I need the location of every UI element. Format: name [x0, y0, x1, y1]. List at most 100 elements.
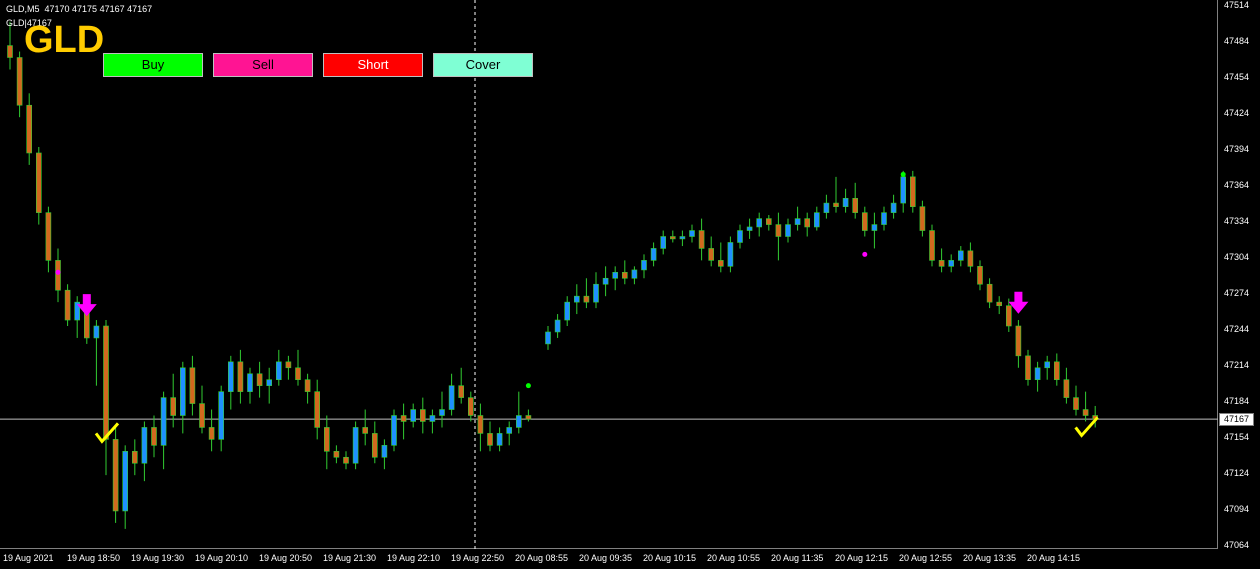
candle-body	[266, 379, 273, 386]
candle-body	[7, 45, 13, 58]
time-axis-label: 19 Aug 21:30	[323, 553, 377, 563]
sell-button[interactable]: Sell	[213, 53, 313, 77]
time-axis-label: 19 Aug 20:50	[259, 553, 313, 563]
candle-body	[1034, 367, 1041, 381]
short-button[interactable]: Short	[323, 53, 423, 77]
candle-body	[717, 260, 724, 267]
time-axis-label: 19 Aug 22:50	[451, 553, 505, 563]
candle-body	[45, 212, 52, 261]
candle-body	[929, 230, 935, 261]
candle-body	[852, 198, 859, 213]
time-axis-label: 19 Aug 2021	[3, 553, 54, 563]
candle-body	[957, 250, 964, 261]
candle-body	[564, 301, 571, 321]
price-axis-label: 47454	[1224, 72, 1250, 82]
time-axis-label: 19 Aug 19:30	[131, 553, 185, 563]
current-price-label: 47167	[1219, 413, 1254, 427]
price-axis-label: 47484	[1224, 36, 1250, 46]
price-axis-label: 47244	[1224, 324, 1250, 334]
price-axis-label: 47274	[1224, 288, 1250, 298]
candle-body	[919, 206, 926, 231]
candle-body	[103, 325, 109, 440]
candle-body	[813, 212, 820, 228]
symbol-label: GLD	[24, 19, 105, 61]
candle-body	[314, 391, 321, 428]
candle-body	[237, 361, 244, 392]
cover-button[interactable]: Cover	[433, 53, 533, 77]
candle-body	[295, 367, 301, 381]
candle-body	[448, 385, 455, 410]
candlestick-chart[interactable]	[0, 0, 1218, 549]
candle-body	[602, 277, 609, 285]
signal-dot	[900, 171, 906, 177]
price-axis-label: 47124	[1224, 468, 1250, 478]
candle-body	[881, 212, 887, 225]
candle-body	[515, 415, 522, 428]
candle-body	[141, 427, 148, 464]
candle-body	[977, 266, 983, 285]
candle-body	[1025, 355, 1031, 381]
candle-body	[679, 236, 686, 240]
signal-dot	[55, 269, 61, 275]
candle-body	[727, 242, 734, 267]
candle-body	[900, 176, 907, 204]
candle-body	[1005, 305, 1012, 327]
candle-body	[794, 218, 801, 225]
candle-body	[218, 391, 224, 440]
candle-body	[545, 331, 551, 345]
candle-body	[208, 427, 215, 440]
candle-body	[247, 373, 253, 392]
candle-body	[410, 409, 417, 422]
time-axis-label: 20 Aug 12:55	[899, 553, 953, 563]
candle-body	[189, 367, 196, 404]
candle-body	[26, 104, 33, 154]
candle-body	[948, 260, 955, 267]
candle-body	[1015, 325, 1022, 357]
chart-area[interactable]	[0, 0, 1218, 549]
candle-body	[1054, 361, 1060, 381]
price-axis-label: 47394	[1224, 144, 1250, 154]
signal-dot	[525, 383, 531, 389]
candle-body	[323, 427, 330, 452]
candle-body	[612, 272, 619, 279]
candle-body	[132, 451, 138, 464]
candle-body	[458, 385, 465, 398]
candle-body	[698, 230, 705, 249]
time-axis-label: 20 Aug 09:35	[579, 553, 633, 563]
candle-body	[112, 439, 119, 512]
candle-body	[746, 226, 753, 231]
candle-body	[861, 212, 868, 231]
candle-body	[160, 397, 167, 446]
candle-body	[660, 236, 667, 249]
candle-body	[986, 283, 993, 303]
candle-body	[525, 415, 532, 420]
candle-body	[1082, 409, 1089, 416]
candle-body	[833, 202, 839, 207]
candle-body	[199, 403, 205, 428]
candle-body	[477, 415, 484, 434]
candle-body	[756, 218, 763, 228]
candle-body	[967, 250, 974, 267]
candle-body	[122, 451, 128, 512]
candle-body	[804, 218, 811, 228]
candle-body	[391, 415, 397, 446]
candle-body	[689, 230, 695, 237]
price-axis-label: 47154	[1224, 432, 1250, 442]
candle-body	[467, 397, 474, 416]
buy-button[interactable]: Buy	[103, 53, 203, 77]
price-axis-label: 47064	[1224, 540, 1250, 550]
candle-body	[352, 427, 359, 464]
candle-body	[275, 361, 282, 381]
candle-body	[343, 456, 349, 464]
candle-body	[1044, 361, 1050, 369]
candle-body	[785, 224, 791, 237]
candle-body	[333, 451, 340, 458]
candle-body	[1063, 379, 1070, 398]
price-axis-label: 47094	[1224, 504, 1250, 514]
price-axis-label: 47424	[1224, 108, 1250, 118]
candle-body	[35, 152, 42, 213]
candle-body	[890, 202, 897, 213]
candle-body	[371, 433, 378, 458]
candle-body	[737, 230, 743, 243]
candle-body	[631, 269, 638, 279]
